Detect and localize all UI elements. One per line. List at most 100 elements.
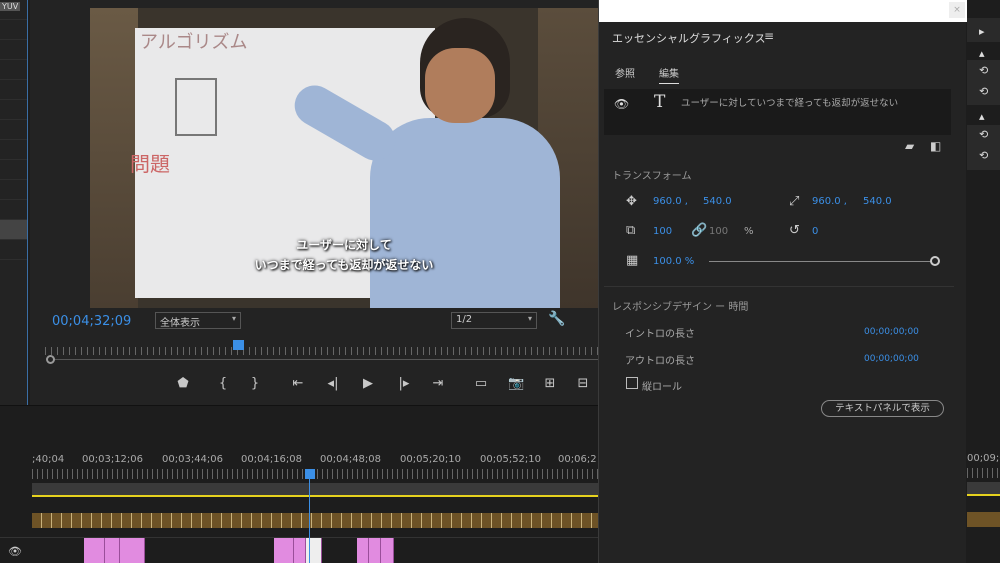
monitor-playhead[interactable]: [233, 340, 244, 350]
timeline-ruler[interactable]: [967, 468, 1000, 478]
monitor-time-ruler[interactable]: [45, 347, 598, 355]
timeline-timecode: 00;03;12;06: [82, 454, 144, 465]
board-word-text: 問題: [130, 152, 170, 176]
safe-margins-icon[interactable]: ▭: [473, 376, 489, 391]
reset-icon[interactable]: ⟲: [979, 128, 988, 141]
zoom-scrollbar[interactable]: [48, 359, 598, 360]
panel-menu-icon[interactable]: ≡: [764, 29, 774, 43]
opacity-value[interactable]: 100.0 %: [653, 256, 694, 267]
timeline-timecode: 00;04;48;08: [320, 454, 382, 465]
intro-length-value[interactable]: 00;00;00;00: [864, 327, 919, 337]
position-x-value[interactable]: 960.0 ,: [653, 196, 688, 207]
graphic-clip[interactable]: [381, 538, 394, 563]
triangle-up-icon[interactable]: ▴: [979, 47, 985, 60]
opacity-slider[interactable]: [709, 261, 934, 262]
graphic-clip[interactable]: [357, 538, 369, 563]
audio-clip[interactable]: [967, 512, 1000, 527]
zoom-level-select[interactable]: 全体表示 ▾: [155, 312, 241, 329]
new-layer-icon[interactable]: ◧: [930, 139, 941, 153]
timeline-timecode: 00;05;52;10: [480, 454, 542, 465]
timeline-timecode: ;40;04: [32, 454, 65, 465]
position-icon: ✥: [626, 194, 637, 209]
graphic-clip[interactable]: [274, 538, 294, 563]
play-icon[interactable]: ▶: [360, 376, 376, 391]
go-to-out-icon[interactable]: ⇥: [430, 376, 446, 391]
reset-icon[interactable]: ⟲: [979, 149, 988, 162]
marker-icon[interactable]: ⬟: [175, 376, 191, 391]
anchor-point-icon: ⤢: [789, 194, 800, 209]
graphic-clip[interactable]: [120, 538, 145, 563]
anchor-x-value[interactable]: 960.0 ,: [812, 196, 847, 207]
roll-label: 縦ロール: [642, 382, 682, 393]
graphic-clip[interactable]: [294, 538, 306, 563]
anchor-y-value[interactable]: 540.0: [863, 196, 892, 207]
timeline-ruler[interactable]: [32, 469, 598, 479]
in-point-icon[interactable]: {: [215, 376, 231, 391]
transform-section-label: トランスフォーム: [612, 171, 692, 182]
scale-linked-value: 100: [709, 226, 729, 237]
responsive-design-label: レスポンシブデザイン ー 時間: [612, 302, 749, 313]
export-frame-icon[interactable]: 📷: [508, 376, 524, 391]
chevron-down-icon: ▾: [527, 314, 532, 323]
triangle-up-icon[interactable]: ▴: [979, 110, 985, 123]
close-icon[interactable]: ×: [949, 2, 965, 18]
timeline-timecode: 00;06;2: [558, 454, 597, 465]
insert-icon[interactable]: ⊞: [542, 376, 558, 391]
panel-title: エッセンシャルグラフィックス: [612, 32, 766, 45]
rotation-icon: ↺: [789, 223, 800, 238]
tablet-drawing: [175, 78, 217, 136]
eye-icon[interactable]: 👁: [614, 97, 629, 111]
playback-resolution-select[interactable]: 1/2 ▾: [451, 312, 537, 329]
folder-icon[interactable]: ▰: [905, 139, 914, 153]
rotation-value[interactable]: 0: [812, 226, 818, 237]
step-back-icon[interactable]: ◂|: [325, 376, 341, 391]
reset-icon[interactable]: ⟲: [979, 64, 988, 77]
link-icon[interactable]: 🔗: [691, 223, 707, 238]
opacity-icon: ▦: [626, 253, 639, 268]
board-title-text: アルゴリズム: [140, 32, 248, 53]
audio-clip[interactable]: [32, 513, 598, 528]
divider: [604, 286, 954, 287]
tab-browse[interactable]: 参照: [615, 65, 635, 80]
eye-icon[interactable]: 👁: [8, 545, 22, 558]
subtitle-line-1: ユーザーに対して: [296, 238, 392, 252]
outro-length-value[interactable]: 00;00;00;00: [864, 354, 919, 364]
scale-icon: ⧉: [626, 223, 636, 238]
playhead-timecode[interactable]: 00;04;32;09: [52, 314, 131, 329]
scale-value[interactable]: 100: [653, 226, 672, 237]
dialog-strip: ×: [599, 0, 967, 22]
opacity-slider-handle[interactable]: [930, 256, 940, 266]
timeline-right-strip: 00;09;04: [967, 405, 1000, 563]
go-to-in-icon[interactable]: ⇤: [290, 376, 306, 391]
out-point-icon[interactable]: }: [247, 376, 263, 391]
work-area-indicator: [32, 495, 598, 497]
overwrite-icon[interactable]: ⊟: [575, 376, 591, 391]
graphic-clip[interactable]: [105, 538, 120, 563]
playback-resolution-value: 1/2: [456, 314, 473, 325]
percent-label: %: [744, 226, 754, 237]
video-preview[interactable]: アルゴリズム 問題 ユーザーに対して いつまで経っても返却が返せない: [90, 8, 598, 308]
graphic-clip[interactable]: [369, 538, 381, 563]
text-layer-label: ユーザーに対していつまで経っても返却が返せない: [681, 98, 899, 109]
show-in-text-panel-button[interactable]: テキストパネルで表示: [821, 400, 944, 417]
reset-icon[interactable]: ⟲: [979, 85, 988, 98]
text-layer-row[interactable]: 👁 T ユーザーに対していつまで経っても返却が返せない: [604, 89, 951, 135]
wrench-icon[interactable]: 🔧: [548, 311, 565, 327]
presenter-face: [425, 48, 495, 123]
zoom-level-value: 全体表示: [160, 318, 200, 329]
step-forward-icon[interactable]: |▸: [396, 376, 412, 391]
yuv-badge: YUV: [0, 2, 21, 11]
timeline-timecode: 00;05;20;10: [400, 454, 462, 465]
subtitle-line-2: いつまで経っても返却が返せない: [254, 258, 434, 272]
timeline-playhead[interactable]: [305, 469, 315, 479]
essential-graphics-panel: × エッセンシャルグラフィックス ≡ 参照 編集 👁 T ユーザーに対していつま…: [598, 0, 967, 563]
roll-checkbox[interactable]: [626, 377, 638, 389]
program-monitor: アルゴリズム 問題 ユーザーに対して いつまで経っても返却が返せない 00;04…: [30, 0, 598, 405]
expand-right-icon[interactable]: ▸: [979, 25, 985, 38]
graphic-clip[interactable]: [84, 538, 105, 563]
timeline-timecode: 00;04;16;08: [241, 454, 303, 465]
tab-edit[interactable]: 編集: [659, 65, 679, 84]
position-y-value[interactable]: 540.0: [703, 196, 732, 207]
selected-bin-row[interactable]: [0, 220, 27, 240]
zoom-scrollbar-handle[interactable]: [46, 355, 55, 364]
